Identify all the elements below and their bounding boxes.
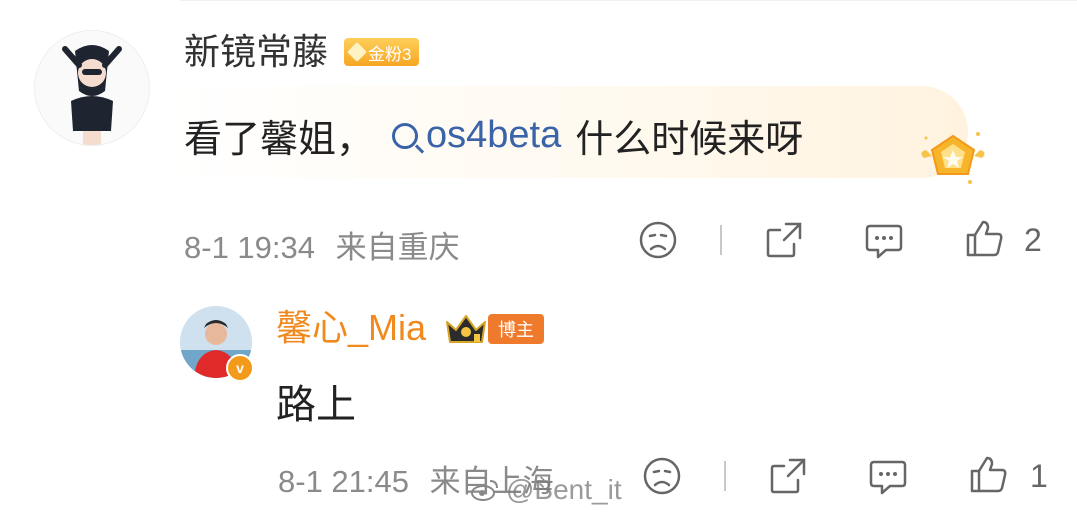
commenter-username[interactable]: 新镜常藤 [184,34,328,70]
comment-text-suffix: 什么时候来呀 [575,119,804,161]
dislike-face-icon[interactable] [638,220,678,260]
gem-icon [347,42,367,62]
watermark-text: @Bent_it [506,474,622,505]
comment-timestamp: 8-1 19:34 [184,230,315,265]
comment-text: 看了馨姐， os4beta 什么时候来呀 [184,108,803,163]
blogger-role-badge: 博主 [488,314,544,344]
comment-icon[interactable] [868,456,908,496]
action-separator [720,225,722,255]
action-separator [724,461,726,491]
search-link[interactable]: os4beta [392,114,561,157]
crown-icon [446,315,486,343]
avatar[interactable] [34,30,150,146]
comment-icon[interactable] [864,220,904,260]
weibo-logo-icon [471,480,498,501]
comment-text-prefix: 看了馨姐， [184,119,375,161]
share-icon[interactable] [764,220,804,260]
reply-timestamp: 8-1 21:45 [278,464,409,499]
thumbs-up-icon[interactable] [968,454,1008,494]
gold-fan-medal-icon [921,132,985,184]
fan-badge-label: 金粉3 [368,44,412,64]
dislike-face-icon[interactable] [642,456,682,496]
comment-location: 来自重庆 [335,230,460,265]
thumbs-up-icon[interactable] [964,218,1004,258]
fan-badge[interactable]: 金粉3 [344,38,420,66]
watermark: @Bent_it [470,474,622,506]
share-icon[interactable] [768,456,808,496]
comment-like-count: 2 [1024,222,1042,258]
reply-text: 路上 [276,383,356,427]
comment-meta: 8-1 19:34 来自重庆 [184,222,460,267]
avatar-illustration [35,31,149,145]
verified-badge: v [226,354,254,382]
top-divider [180,0,1077,1]
blogger-username[interactable]: 馨心_Mia [276,310,426,346]
reply-like-count: 1 [1030,458,1048,494]
search-icon [392,122,419,149]
search-link-label: os4beta [426,114,562,156]
